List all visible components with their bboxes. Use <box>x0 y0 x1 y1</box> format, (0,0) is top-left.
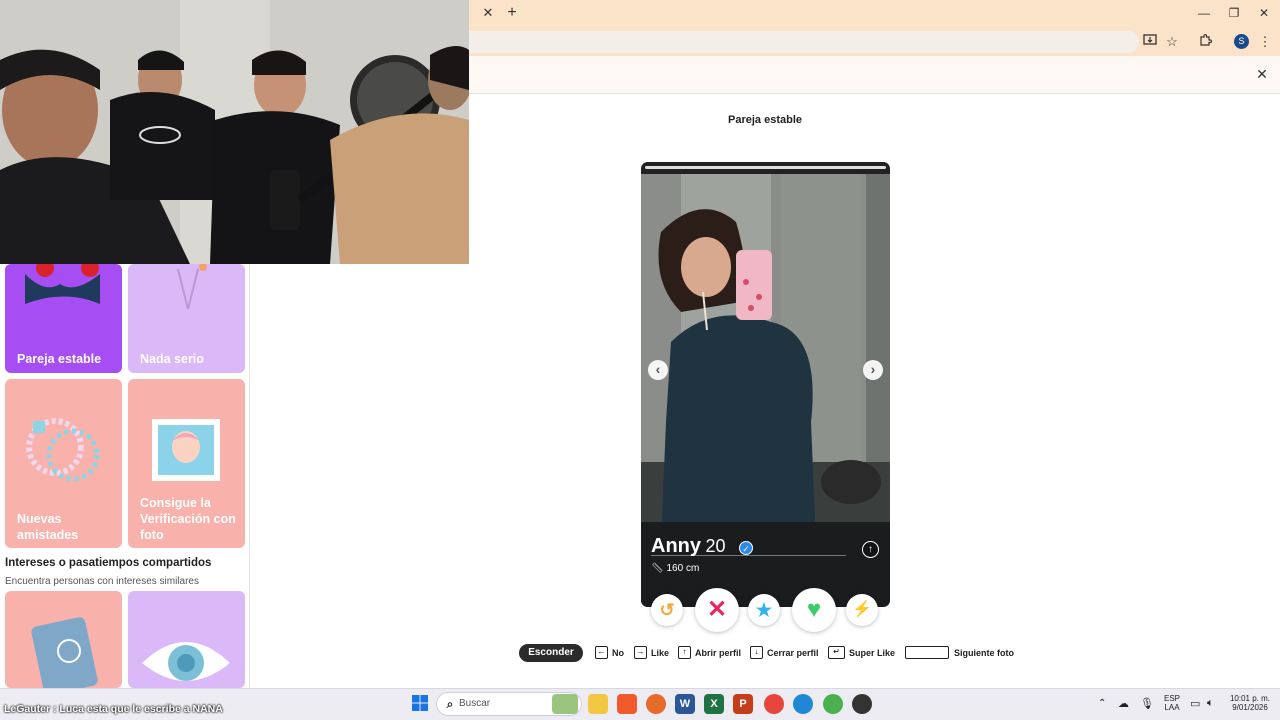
address-bar[interactable] <box>469 31 1139 53</box>
shortcut-no-label: No <box>612 648 624 658</box>
powerpoint-icon[interactable]: P <box>733 694 753 714</box>
card-pareja-estable[interactable]: Pareja estable <box>5 264 122 373</box>
hearts-illustration-icon <box>25 264 100 304</box>
like-button[interactable]: ♥ <box>792 588 836 632</box>
card-verificacion-foto[interactable]: Consigue la Verificación con foto <box>128 379 245 548</box>
brave-browser-icon[interactable] <box>617 694 637 714</box>
enter-key-icon: ↵ <box>828 646 845 659</box>
language-top: ESP <box>1163 694 1180 703</box>
windows-start-icon[interactable] <box>410 694 430 714</box>
search-highlight-icon <box>552 694 578 714</box>
card-label: Nuevas amistades <box>17 512 79 542</box>
clock-date: 9/01/2026 <box>1232 703 1268 712</box>
install-app-icon[interactable] <box>1141 33 1159 51</box>
boost-button[interactable]: ⚡ <box>846 594 878 626</box>
verified-badge-icon: ✓ <box>739 541 753 555</box>
chrome-icon[interactable] <box>764 694 784 714</box>
up-arrow-key-icon: ↑ <box>678 646 691 659</box>
section-subtitle: Encuentra personas con intereses similar… <box>5 576 199 587</box>
hide-shortcuts-button[interactable]: Esconder <box>519 644 583 662</box>
super-like-button[interactable]: ★ <box>748 594 780 626</box>
space-key-icon <box>905 646 949 659</box>
shortcut-close-profile-label: Cerrar perfil <box>767 648 819 658</box>
flower-illustration-icon <box>177 264 207 310</box>
card-label: Nada serio <box>140 352 204 366</box>
word-icon[interactable]: W <box>675 694 695 714</box>
bracelets-illustration-icon <box>26 418 100 482</box>
profile-avatar[interactable]: S <box>1234 34 1249 49</box>
close-x-icon: ✕ <box>706 596 728 623</box>
minimize-button[interactable]: — <box>1192 4 1216 22</box>
shortcut-super-like-label: Super Like <box>849 648 896 658</box>
restore-button[interactable]: ❐ <box>1222 4 1246 22</box>
sidebar: Pareja estable Nada serio Nuevas amistad… <box>0 264 250 688</box>
more-menu-icon[interactable]: ⋮ <box>1256 33 1274 51</box>
search-icon: ⌕ <box>446 697 454 711</box>
star-icon: ★ <box>755 600 773 620</box>
extensions-icon[interactable] <box>1196 33 1214 51</box>
card-label: Consigue la Verificación con foto <box>140 496 236 542</box>
tray-chevron-icon[interactable]: ⌃ <box>1098 698 1106 709</box>
file-explorer-icon[interactable] <box>588 694 608 714</box>
next-photo-button[interactable]: › <box>863 360 883 380</box>
shortcut-like-label: Like <box>651 648 670 658</box>
left-arrow-key-icon: ← <box>595 646 608 659</box>
infobar-close-icon[interactable]: ✕ <box>1254 66 1270 82</box>
infobar <box>469 56 1280 94</box>
profile-name-row: Anny 20 <box>651 535 725 558</box>
card-label: Pareja estable <box>17 352 102 366</box>
edge-icon[interactable] <box>793 694 813 714</box>
profile-name: Anny <box>651 535 701 557</box>
screen: { "browser": { "tab_close": "✕", "new_ta… <box>0 0 1280 720</box>
stream-chat-caption: LeGauter : Luca esta que le escribe a NA… <box>4 703 223 715</box>
previous-photo-button[interactable]: ‹ <box>648 360 668 380</box>
webcam-feed-image <box>0 0 469 264</box>
card-nada-serio[interactable]: Nada serio <box>128 264 245 373</box>
right-arrow-key-icon: → <box>634 646 647 659</box>
microphone-icon[interactable]: 🎙︎ <box>1140 697 1154 710</box>
profile-card[interactable]: ‹ › Anny 20 ✓ ↑ 📏︎ 160 cm <box>641 162 890 607</box>
chrome-profile-icon[interactable] <box>823 694 843 714</box>
passport-illustration-icon <box>31 617 98 688</box>
ruler-icon: 📏︎ <box>651 563 664 574</box>
profile-height: 160 cm <box>666 563 700 574</box>
rewind-icon: ↺ <box>659 600 675 620</box>
clock[interactable]: 10:01 p. m. 9/01/2026 <box>1226 694 1274 712</box>
card-interest-eye[interactable] <box>128 591 245 688</box>
language-bottom: LAA <box>1164 703 1180 712</box>
tray-cloud-icon[interactable]: ☁ <box>1118 697 1129 710</box>
profile-age: 20 <box>705 536 726 556</box>
display-icon[interactable]: ▭ <box>1190 697 1200 710</box>
page-title: Pareja estable <box>728 114 802 126</box>
eye-illustration-icon <box>142 642 230 681</box>
selfie-frame-illustration-icon <box>152 419 220 481</box>
taskbar-search-placeholder: Buscar <box>459 698 491 709</box>
card-interest-travel[interactable] <box>5 591 122 688</box>
webcam-overlay <box>0 0 469 264</box>
clock-time: 10:01 p. m. <box>1229 694 1271 703</box>
open-profile-arrow-icon[interactable]: ↑ <box>862 541 879 558</box>
tab-close-icon[interactable]: ✕ <box>480 5 496 21</box>
profile-height-row: 📏︎ 160 cm <box>651 563 699 574</box>
obs-icon[interactable] <box>852 694 872 714</box>
browser-titlebar <box>469 0 1280 28</box>
section-title: Intereses o pasatiempos compartidos <box>5 557 212 569</box>
photo-progress-bar <box>645 166 886 169</box>
rewind-button[interactable]: ↺ <box>651 594 683 626</box>
firefox-icon[interactable] <box>646 694 666 714</box>
excel-icon[interactable]: X <box>704 694 724 714</box>
bookmark-star-icon[interactable]: ☆ <box>1163 33 1181 51</box>
down-arrow-key-icon: ↓ <box>750 646 763 659</box>
language-indicator[interactable]: ESP LAA <box>1162 694 1182 712</box>
shortcut-open-profile-label: Abrir perfil <box>695 648 742 658</box>
nope-button[interactable]: ✕ <box>695 588 739 632</box>
shortcut-next-photo-label: Siguiente foto <box>954 648 1014 658</box>
new-tab-button[interactable]: + <box>504 4 520 22</box>
volume-icon[interactable]: 🔈︎ <box>1207 697 1214 710</box>
window-close-button[interactable]: ✕ <box>1252 4 1276 22</box>
lightning-icon: ⚡ <box>852 601 872 618</box>
heart-icon: ♥ <box>806 596 822 623</box>
card-nuevas-amistades[interactable]: Nuevas amistades <box>5 379 122 548</box>
